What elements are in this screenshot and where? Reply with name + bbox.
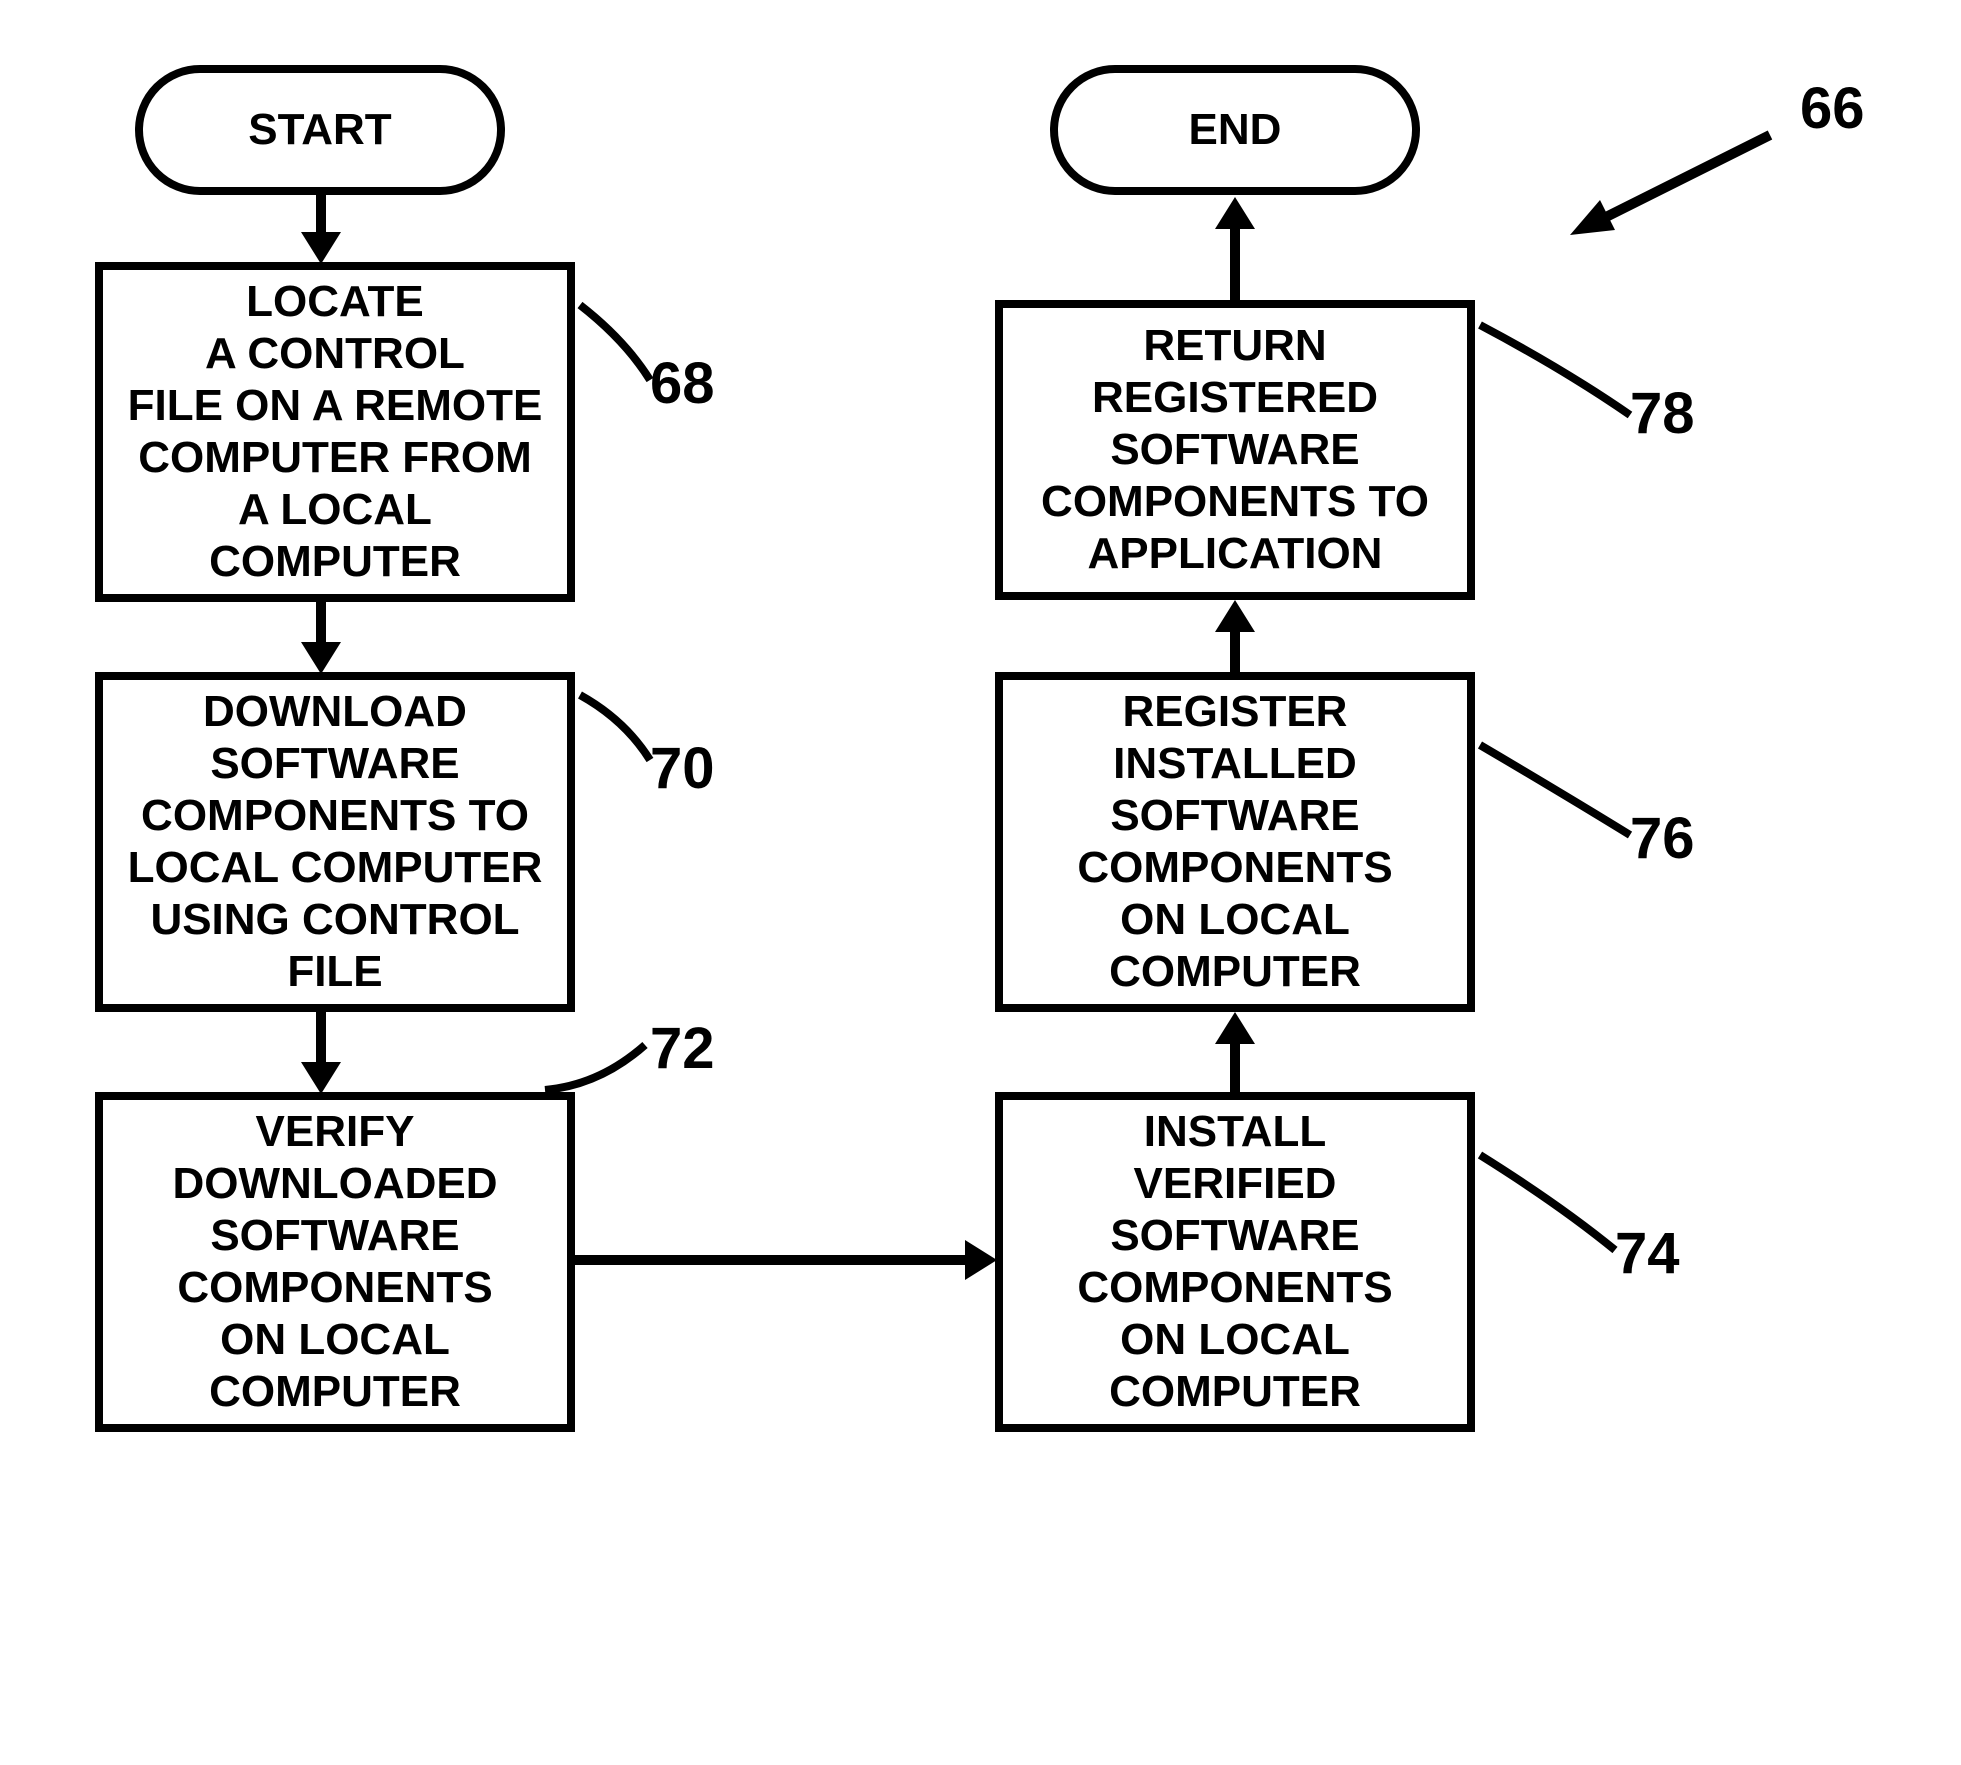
label-68: 68: [650, 350, 715, 417]
process-78-text: RETURN REGISTERED SOFTWARE COMPONENTS TO…: [1041, 320, 1429, 580]
label-76: 76: [1630, 805, 1695, 872]
process-68: LOCATE A CONTROL FILE ON A REMOTE COMPUT…: [95, 262, 575, 602]
process-74-text: INSTALL VERIFIED SOFTWARE COMPONENTS ON …: [1077, 1106, 1392, 1417]
process-74: INSTALL VERIFIED SOFTWARE COMPONENTS ON …: [995, 1092, 1475, 1432]
arrow-head-start-68: [301, 232, 341, 264]
arrow-head-72-74: [965, 1240, 997, 1280]
process-78: RETURN REGISTERED SOFTWARE COMPONENTS TO…: [995, 300, 1475, 600]
arrow-78-end: [1230, 225, 1240, 300]
arrow-head-70-72: [301, 1062, 341, 1094]
arrow-head-76-78: [1215, 600, 1255, 632]
arrow-68-70: [316, 602, 326, 647]
arrow-start-68: [316, 195, 326, 235]
callout-74: [1475, 1150, 1620, 1260]
arrow-70-72: [316, 1012, 326, 1067]
label-70: 70: [650, 735, 715, 802]
arrow-head-68-70: [301, 642, 341, 674]
callout-72: [540, 1040, 650, 1100]
process-68-text: LOCATE A CONTROL FILE ON A REMOTE COMPUT…: [128, 276, 543, 587]
callout-76: [1475, 740, 1635, 850]
arrow-head-78-end: [1215, 197, 1255, 229]
process-72: VERIFY DOWNLOADED SOFTWARE COMPONENTS ON…: [95, 1092, 575, 1432]
arrow-72-74: [575, 1255, 970, 1265]
process-72-text: VERIFY DOWNLOADED SOFTWARE COMPONENTS ON…: [172, 1106, 497, 1417]
end-terminal: END: [1050, 65, 1420, 195]
process-76-text: REGISTER INSTALLED SOFTWARE COMPONENTS O…: [1077, 686, 1392, 997]
arrow-76-78: [1230, 627, 1240, 672]
callout-70: [575, 690, 655, 770]
callout-68: [575, 300, 655, 390]
start-terminal: START: [135, 65, 505, 195]
end-label: END: [1189, 105, 1282, 155]
process-70: DOWNLOAD SOFTWARE COMPONENTS TO LOCAL CO…: [95, 672, 575, 1012]
label-78: 78: [1630, 380, 1695, 447]
pointer-66: [1560, 125, 1780, 245]
label-72: 72: [650, 1015, 715, 1082]
arrow-74-76: [1230, 1040, 1240, 1092]
start-label: START: [248, 105, 391, 155]
arrow-head-74-76: [1215, 1012, 1255, 1044]
process-70-text: DOWNLOAD SOFTWARE COMPONENTS TO LOCAL CO…: [128, 686, 543, 997]
label-74: 74: [1615, 1220, 1680, 1287]
label-66: 66: [1800, 75, 1865, 142]
callout-78: [1475, 320, 1635, 430]
process-76: REGISTER INSTALLED SOFTWARE COMPONENTS O…: [995, 672, 1475, 1012]
